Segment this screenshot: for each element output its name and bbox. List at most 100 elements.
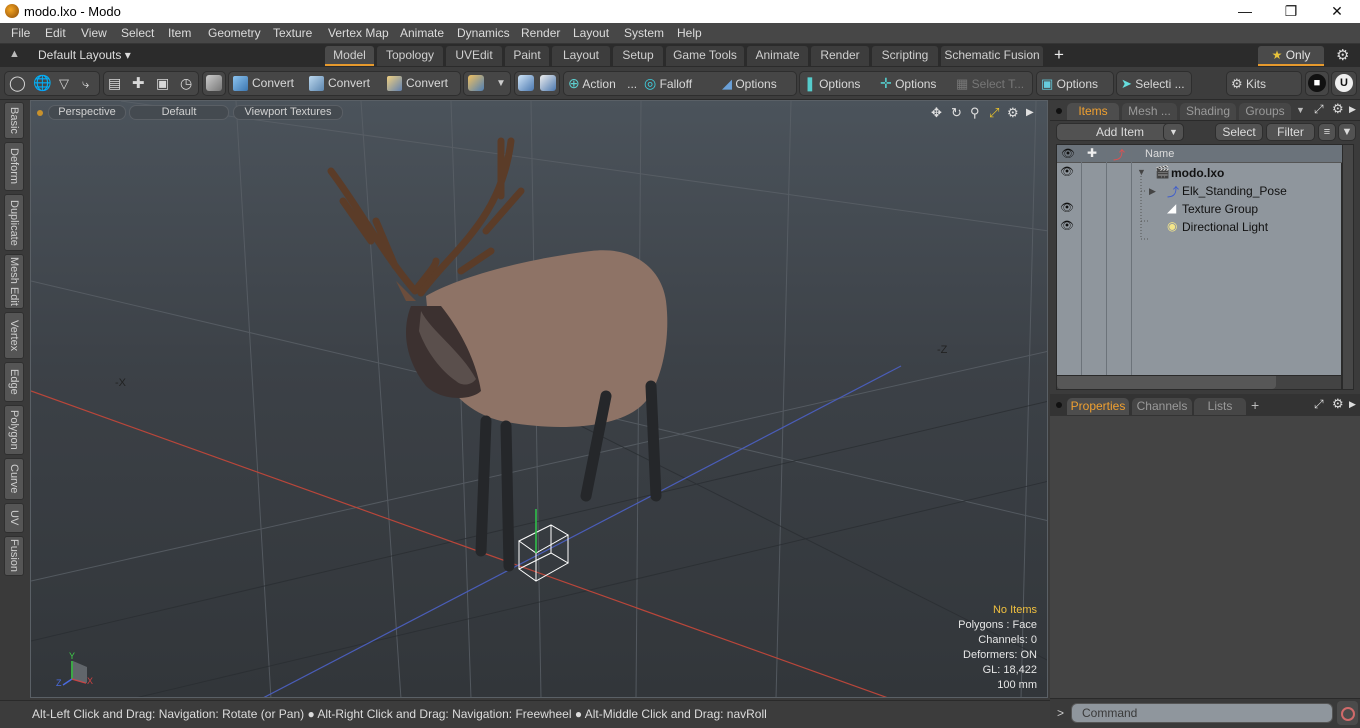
3d-viewport[interactable]: -X -Z Y X Z Perspective Default Viewport… xyxy=(30,100,1048,698)
tab-render[interactable]: Render xyxy=(811,46,869,66)
record-macro-button[interactable] xyxy=(1337,701,1358,725)
work-plane-icon[interactable] xyxy=(468,75,484,91)
menu-edit[interactable]: Edit xyxy=(45,26,66,40)
tab-uvedit[interactable]: UVEdit xyxy=(446,46,502,66)
close-button[interactable]: ✕ xyxy=(1314,0,1360,23)
tab-paint[interactable]: Paint xyxy=(505,46,549,66)
menu-render[interactable]: Render xyxy=(521,26,560,40)
unity-icon[interactable]: ■ xyxy=(1308,74,1326,92)
panel-settings-icon[interactable]: ⚙ xyxy=(1332,101,1344,117)
vertices-mode-icon[interactable]: ◯ xyxy=(9,72,26,95)
menu-system[interactable]: System xyxy=(624,26,664,40)
default-layouts-dropdown[interactable]: Default Layouts ▾ xyxy=(38,48,131,62)
zoom-icon[interactable]: ⚲ xyxy=(970,105,980,121)
tab-items[interactable]: Items xyxy=(1067,103,1119,120)
tree-row-directional-light[interactable]: 👁 ◉ Directional Light xyxy=(1057,218,1343,236)
tab-layout[interactable]: Layout xyxy=(552,46,610,66)
kits-button[interactable]: ⚙ Kits xyxy=(1231,72,1266,95)
viewport-textures-button[interactable]: Viewport Textures xyxy=(233,105,343,120)
add-item-dropdown-icon[interactable]: ▼ xyxy=(1163,123,1184,141)
falloff-button[interactable]: ◎ Falloff xyxy=(644,72,692,95)
tab-mesh-edit[interactable]: Mesh Edit xyxy=(4,254,24,309)
panel-dot-icon[interactable] xyxy=(1056,108,1062,114)
tab-polygon[interactable]: Polygon xyxy=(4,405,24,455)
menu-geometry[interactable]: Geometry xyxy=(208,26,261,40)
tab-game-tools[interactable]: Game Tools xyxy=(666,46,744,66)
tab-groups[interactable]: Groups xyxy=(1239,103,1291,120)
tree-row-elk[interactable]: ▶ ⤴ Elk_Standing_Pose xyxy=(1057,182,1343,200)
tab-basic[interactable]: Basic xyxy=(4,102,24,139)
maximize-button[interactable]: ❐ xyxy=(1268,0,1314,23)
tab-lists[interactable]: Lists xyxy=(1194,398,1246,415)
viewport-status-dot[interactable] xyxy=(37,110,43,116)
tab-deform[interactable]: Deform xyxy=(4,142,24,191)
snapping-icon[interactable] xyxy=(540,75,556,91)
options-button-2[interactable]: ❚ Options xyxy=(804,72,860,95)
items-horizontal-scrollbar[interactable] xyxy=(1056,376,1342,390)
visibility-eye-icon[interactable]: 👁 xyxy=(1060,219,1074,232)
select-t-button[interactable]: ▦ Select T... xyxy=(956,72,1024,95)
view-mode-button[interactable]: Perspective xyxy=(48,105,126,120)
visibility-eye-icon[interactable]: 👁 xyxy=(1060,165,1074,178)
falloff-options-button[interactable]: ◢ Options xyxy=(722,72,777,95)
lock-column-icon[interactable]: ✚ xyxy=(1087,146,1097,160)
polygons-mode-icon[interactable]: ✚ xyxy=(132,72,145,95)
panel-menu-arrow-icon[interactable]: ▶ xyxy=(1349,399,1356,410)
shading-mode-button[interactable]: Default xyxy=(129,105,229,120)
viewport-menu-arrow-icon[interactable]: ▶ xyxy=(1026,107,1034,118)
tab-animate[interactable]: Animate xyxy=(747,46,808,66)
convert-button-2[interactable]: Convert xyxy=(309,72,370,95)
tabs-dropdown-icon[interactable]: ▼ xyxy=(1296,105,1305,115)
tree-row-texture-group[interactable]: 👁 ◢ Texture Group xyxy=(1057,200,1343,218)
collapse-up-icon[interactable]: ▲ xyxy=(9,48,20,60)
axis-column-icon[interactable]: ⤴ xyxy=(1113,146,1125,163)
menu-item[interactable]: Item xyxy=(168,26,191,40)
tab-duplicate[interactable]: Duplicate xyxy=(4,194,24,251)
pivot-mode-icon[interactable]: ◷ xyxy=(180,72,192,95)
tab-uv[interactable]: UV xyxy=(4,503,24,533)
visibility-column-icon[interactable]: 👁 xyxy=(1061,147,1075,160)
maximize-viewport-icon[interactable]: ⤢ xyxy=(989,105,999,121)
expand-panel-icon[interactable]: ⤢ xyxy=(1314,102,1324,117)
tab-properties[interactable]: Properties xyxy=(1067,398,1129,415)
tree-row-scene[interactable]: 👁 ▼ 🎬 modo.lxo xyxy=(1057,164,1343,182)
convert-button-1[interactable]: Convert xyxy=(233,72,294,95)
globe-mode-icon[interactable]: 🌐 xyxy=(33,72,52,95)
menu-dynamics[interactable]: Dynamics xyxy=(457,26,510,40)
panel-dot-icon[interactable] xyxy=(1056,402,1062,408)
edges-mode-icon[interactable]: ▤ xyxy=(108,72,121,95)
menu-texture[interactable]: Texture xyxy=(273,26,312,40)
select-button[interactable]: Select xyxy=(1215,123,1263,141)
menu-vertex-map[interactable]: Vertex Map xyxy=(328,26,389,40)
tab-vertex[interactable]: Vertex xyxy=(4,312,24,359)
filter-funnel-icon[interactable]: ▼ xyxy=(1338,123,1356,141)
menu-file[interactable]: File xyxy=(11,26,30,40)
filter-button[interactable]: Filter xyxy=(1266,123,1315,141)
menu-layout[interactable]: Layout xyxy=(573,26,609,40)
menu-select[interactable]: Select xyxy=(121,26,154,40)
list-options-icon[interactable]: ≡ xyxy=(1318,123,1336,141)
tab-schematic-fusion[interactable]: Schematic Fusion xyxy=(941,46,1043,66)
settings-gear-icon[interactable]: ⚙ xyxy=(1336,46,1349,64)
tab-curve[interactable]: Curve xyxy=(4,458,24,500)
tab-topology[interactable]: Topology xyxy=(377,46,443,66)
unreal-icon[interactable]: U xyxy=(1335,74,1353,92)
tab-channels[interactable]: Channels xyxy=(1132,398,1192,415)
action-center-button[interactable]: ⊕ Action ... xyxy=(568,72,637,95)
minimize-button[interactable]: — xyxy=(1222,0,1268,23)
tab-shading[interactable]: Shading xyxy=(1180,103,1236,120)
add-layout-tab-button[interactable]: + xyxy=(1054,45,1064,65)
tab-fusion[interactable]: Fusion xyxy=(4,536,24,576)
menu-view[interactable]: View xyxy=(81,26,107,40)
pen-icon[interactable]: ▽ xyxy=(59,72,69,95)
bezier-icon[interactable]: ⤷ xyxy=(82,72,89,95)
add-tab-button[interactable]: + xyxy=(1251,397,1259,413)
scrollbar-thumb[interactable] xyxy=(1057,376,1276,389)
tab-model[interactable]: Model xyxy=(325,46,374,66)
menu-help[interactable]: Help xyxy=(677,26,702,40)
command-input[interactable]: Command xyxy=(1071,703,1333,723)
tab-scripting[interactable]: Scripting xyxy=(872,46,938,66)
panel-menu-arrow-icon[interactable]: ▶ xyxy=(1349,104,1356,115)
options-button-3[interactable]: ✛ Options xyxy=(880,72,936,95)
symmetry-icon[interactable] xyxy=(518,75,534,91)
